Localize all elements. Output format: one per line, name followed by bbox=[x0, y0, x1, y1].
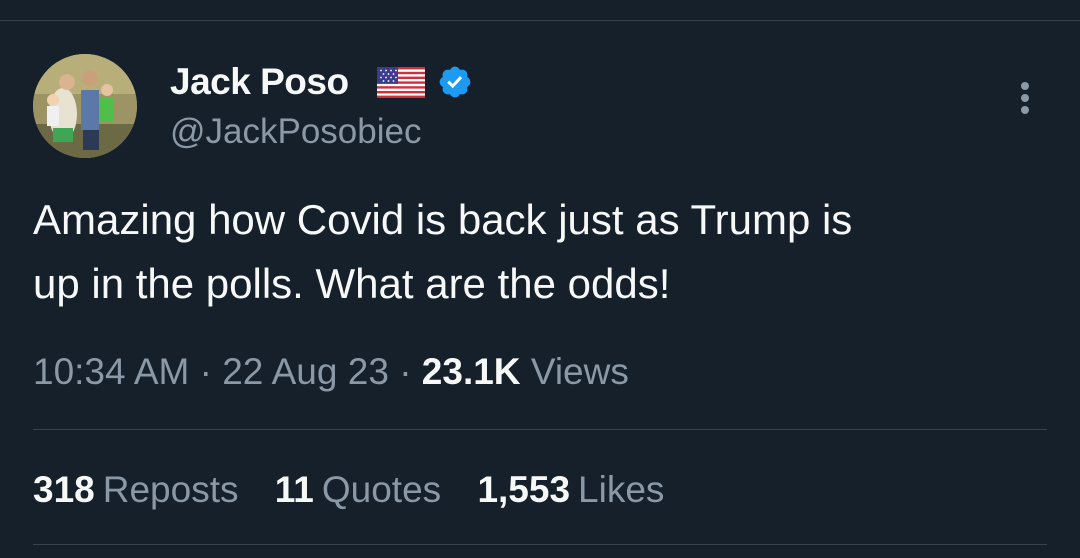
quotes-count: 11 bbox=[274, 469, 314, 510]
reposts-label: Reposts bbox=[102, 469, 239, 510]
tweet-time[interactable]: 10:34 AM bbox=[33, 351, 189, 392]
tweet-text: Amazing how Covid is back just as Trump … bbox=[33, 196, 853, 307]
divider bbox=[33, 544, 1047, 545]
reposts-stat[interactable]: 318 Reposts bbox=[33, 466, 238, 514]
views-label: Views bbox=[530, 351, 629, 392]
avatar[interactable] bbox=[33, 54, 137, 158]
tweet-metadata: 10:34 AM · 22 Aug 23 · 23.1K Views bbox=[33, 348, 629, 396]
us-flag-emoji bbox=[377, 67, 425, 98]
author-handle[interactable]: @JackPosobiec bbox=[170, 110, 421, 154]
views-count: 23.1K bbox=[421, 351, 521, 392]
verified-badge-icon[interactable] bbox=[437, 64, 473, 100]
separator: · bbox=[199, 351, 212, 392]
top-divider bbox=[0, 20, 1080, 21]
more-options-icon[interactable] bbox=[1011, 78, 1039, 118]
likes-count: 1,553 bbox=[477, 469, 571, 510]
avatar-photo bbox=[33, 54, 137, 158]
author-display-name[interactable]: Jack Poso bbox=[170, 60, 349, 104]
likes-label: Likes bbox=[578, 469, 665, 510]
reposts-count: 318 bbox=[33, 469, 95, 510]
likes-stat[interactable]: 1,553 Likes bbox=[477, 466, 664, 514]
divider bbox=[33, 429, 1047, 430]
quotes-label: Quotes bbox=[321, 469, 442, 510]
views[interactable]: 23.1K Views bbox=[422, 351, 629, 392]
separator: · bbox=[399, 351, 412, 392]
tweet-date[interactable]: 22 Aug 23 bbox=[222, 351, 389, 392]
engagement-stats: 318 Reposts 11 Quotes 1,553 Likes bbox=[33, 466, 690, 514]
quotes-stat[interactable]: 11 Quotes bbox=[275, 466, 441, 514]
